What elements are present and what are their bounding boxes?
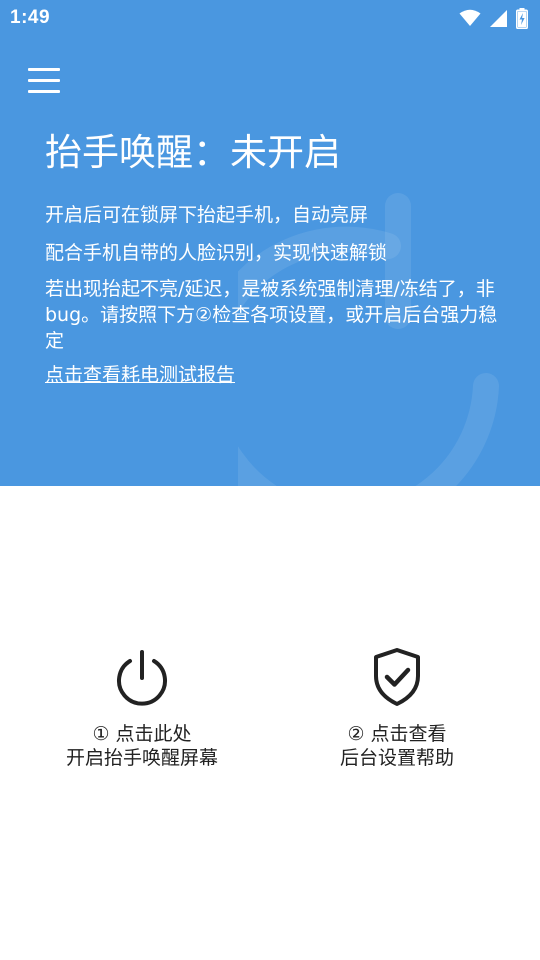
power-icon [117,650,167,706]
signal-icon [490,9,507,27]
enable-wake-step-label: ① 点击此处 [92,723,192,745]
enable-wake-button[interactable]: ① 点击此处 开启抬手唤醒屏幕 [32,646,252,770]
description-line-2: 配合手机自带的人脸识别，实现快速解锁 [45,242,388,264]
hamburger-menu-icon[interactable] [26,64,64,98]
header-panel: 1:49 抬手唤醒：未开启 开启后可在锁屏下抬起手机，自动亮屏 配合手机自带的人… [0,0,540,486]
description-line-3: 若出现抬起不亮/延迟，是被系统强制清理/冻结了，非bug。请按照下方②检查各项设… [45,278,498,352]
wifi-icon [459,9,481,26]
battery-charging-icon [516,7,528,29]
enable-wake-description: 开启抬手唤醒屏幕 [65,747,218,769]
power-test-report-link[interactable]: 点击查看耗电测试报告 [45,362,235,388]
status-time: 1:49 [10,7,51,28]
status-bar: 1:49 [0,0,540,36]
description-line-1: 开启后可在锁屏下抬起手机，自动亮屏 [45,204,369,226]
background-settings-help-button[interactable]: ② 点击查看 后台设置帮助 [287,646,507,770]
page-title: 抬手唤醒：未开启 [45,131,341,174]
status-icons [459,7,528,29]
settings-help-step-label: ② 点击查看 [347,723,447,745]
shield-check-icon [374,648,420,706]
settings-help-description: 后台设置帮助 [339,747,454,769]
